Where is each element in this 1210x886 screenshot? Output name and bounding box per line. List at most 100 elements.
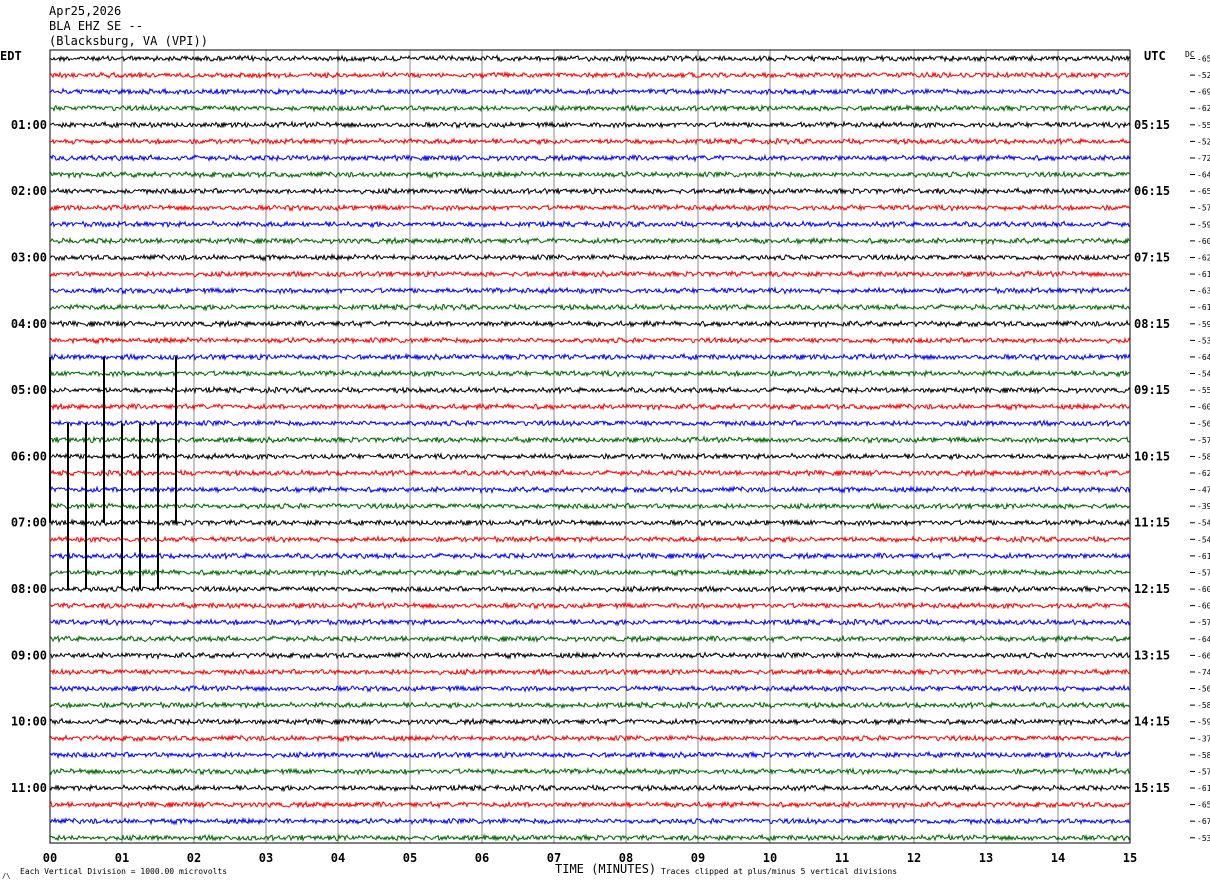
trace-row — [49, 203, 1131, 213]
trace-row — [49, 402, 1131, 412]
trace-row — [49, 435, 1131, 445]
dc-offset-label: -54 — [1197, 519, 1210, 528]
trace-row — [49, 319, 1131, 329]
corner-mark: /\ — [2, 872, 11, 880]
dc-offset-label: -64 — [1197, 171, 1210, 180]
dc-offset-label: -62 — [1197, 104, 1210, 113]
trace-row — [49, 568, 1131, 578]
trace-row — [49, 252, 1131, 262]
left-hour-label: 03:00 — [11, 250, 47, 264]
dc-offset-label: -57 — [1197, 204, 1210, 213]
dc-offset-label: -58 — [1197, 701, 1210, 710]
trace-row — [49, 286, 1131, 295]
right-hour-label: 05:15 — [1134, 118, 1170, 132]
trace-row — [49, 651, 1131, 661]
dc-offset-label: -57 — [1197, 568, 1210, 577]
dc-offset-label: -57 — [1197, 767, 1210, 776]
trace-row — [49, 53, 1131, 63]
right-hour-label: 07:15 — [1134, 250, 1170, 264]
trace-row — [49, 368, 1131, 378]
trace-row — [49, 103, 1131, 113]
dc-offset-label: -65 — [1197, 55, 1210, 64]
trace-row — [49, 733, 1131, 743]
right-hour-label: 11:15 — [1134, 516, 1170, 530]
trace-row — [49, 717, 1131, 727]
dc-header: DC — [1185, 50, 1195, 59]
trace-row — [49, 833, 1131, 842]
clip-note: Traces clipped at plus/minus 5 vertical … — [661, 867, 898, 876]
dc-offset-label: -60 — [1197, 585, 1210, 594]
dc-offset-label: -61 — [1197, 270, 1210, 279]
dc-offset-label: -58 — [1197, 452, 1210, 461]
trace-row — [49, 518, 1131, 528]
trace-row — [49, 451, 1131, 461]
right-hour-label: 13:15 — [1134, 648, 1170, 662]
trace-row — [49, 335, 1131, 345]
trace-row — [49, 485, 1131, 495]
x-tick-label: 09 — [691, 851, 705, 865]
dc-offset-label: -59 — [1197, 220, 1210, 229]
dc-offset-label: -69 — [1197, 88, 1210, 97]
dc-offset-label: -65 — [1197, 801, 1210, 810]
trace-row — [49, 70, 1131, 80]
x-tick-label: 10 — [763, 851, 777, 865]
trace-row — [49, 600, 1131, 610]
left-hour-label: 01:00 — [11, 118, 47, 132]
dc-offset-label: -57 — [1197, 436, 1210, 445]
dc-offset-label: -65 — [1197, 187, 1210, 196]
dc-offset-label: -74 — [1197, 668, 1210, 677]
left-hour-label: 08:00 — [11, 582, 47, 596]
dc-offset-label: -52 — [1197, 71, 1210, 80]
scale-note: Each Vertical Division = 1000.00 microvo… — [20, 867, 228, 876]
trace-row — [49, 186, 1131, 196]
dc-offset-label: -60 — [1197, 403, 1210, 412]
x-tick-label: 04 — [331, 851, 345, 865]
trace-row — [49, 700, 1131, 710]
dc-offset-label: -66 — [1197, 651, 1210, 660]
dc-offset-label: -67 — [1197, 817, 1210, 826]
dc-offset-label: -52 — [1197, 137, 1210, 146]
left-hour-label: 04:00 — [11, 317, 47, 331]
dc-offset-label: -57 — [1197, 618, 1210, 627]
right-hour-label: 09:15 — [1134, 383, 1170, 397]
x-tick-label: 05 — [403, 851, 417, 865]
x-tick-label: 01 — [115, 851, 129, 865]
dc-offset-label: -53 — [1197, 834, 1210, 843]
trace-row — [49, 766, 1131, 776]
trace-row — [49, 385, 1131, 395]
x-axis-label: TIME (MINUTES) — [555, 862, 657, 876]
trace-row — [49, 153, 1131, 163]
dc-offset-label: -61 — [1197, 552, 1210, 561]
trace-row — [49, 236, 1131, 246]
dc-offset-label: -56 — [1197, 419, 1210, 428]
dc-offset-label: -56 — [1197, 685, 1210, 694]
right-hour-label: 10:15 — [1134, 449, 1170, 463]
dc-offset-label: -61 — [1197, 303, 1210, 312]
trace-row — [49, 816, 1131, 826]
dc-offset-label: -60 — [1197, 602, 1210, 611]
left-hour-label: 10:00 — [11, 715, 47, 729]
left-hour-label: 09:00 — [11, 648, 47, 662]
right-hour-label: 12:15 — [1134, 582, 1170, 596]
x-tick-label: 03 — [259, 851, 273, 865]
dc-offset-label: -59 — [1197, 718, 1210, 727]
x-tick-label: 12 — [907, 851, 921, 865]
dc-offset-label: -62 — [1197, 253, 1210, 262]
dc-offset-label: -55 — [1197, 121, 1210, 130]
x-tick-label: 00 — [43, 851, 57, 865]
dc-offset-label: -55 — [1197, 386, 1210, 395]
dc-offset-label: -54 — [1197, 535, 1210, 544]
dc-offset-label: -39 — [1197, 502, 1210, 511]
helicorder-plot: 00 01 02 03 04 05 06 07 08 09 10 11 12 13 14 15-65-52-6… — [11, 49, 1210, 865]
trace-row — [49, 667, 1131, 677]
dc-offset-label: -54 — [1197, 370, 1210, 379]
right-hour-label: 08:15 — [1134, 317, 1170, 331]
dc-offset-label: -72 — [1197, 154, 1210, 163]
dc-offset-label: -47 — [1197, 486, 1210, 495]
trace-row — [49, 87, 1131, 96]
trace-row — [49, 551, 1131, 561]
trace-row — [49, 534, 1131, 544]
trace-row — [49, 269, 1131, 279]
left-hour-label: 02:00 — [11, 184, 47, 198]
trace-row — [49, 352, 1131, 362]
